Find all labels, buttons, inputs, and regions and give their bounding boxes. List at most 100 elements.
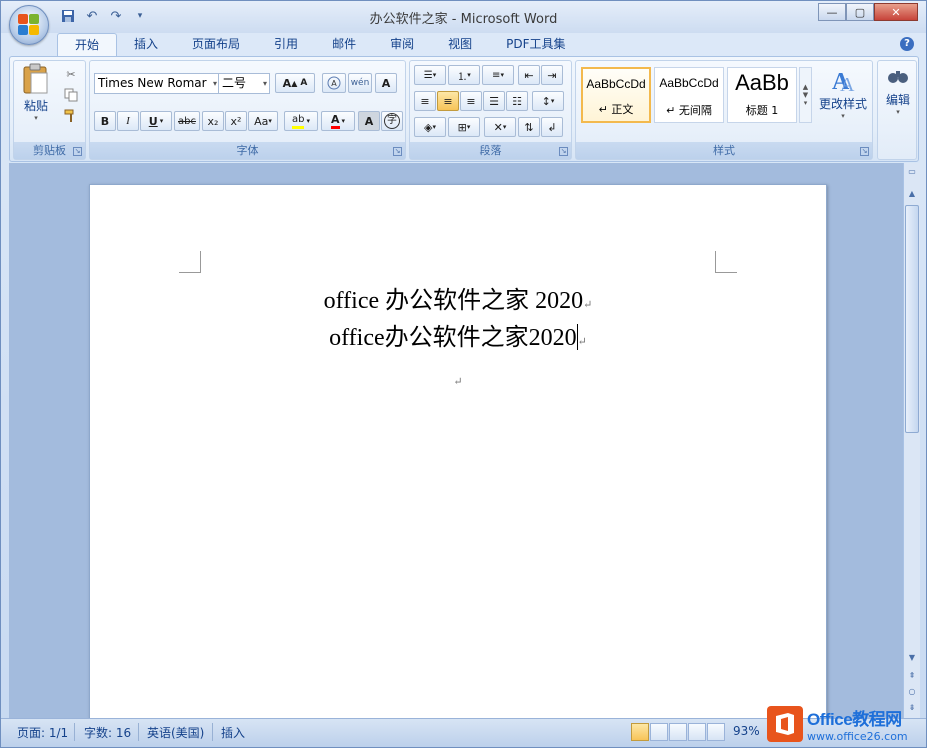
styles-group-label: 样式 — [576, 142, 872, 159]
font-size-combo[interactable]: 二号 ▾ — [218, 73, 270, 94]
style-normal-sample: AaBbCcDd — [586, 77, 646, 91]
status-language[interactable]: 英语(美国) — [147, 724, 204, 741]
char-border-button[interactable]: A — [375, 73, 397, 93]
binoculars-icon — [888, 71, 908, 83]
tab-review[interactable]: 审阅 — [373, 33, 431, 57]
increase-indent-icon[interactable]: ⇥ — [541, 65, 563, 85]
bold-button[interactable]: B — [94, 111, 116, 131]
style-no-spacing[interactable]: AaBbCcDd ↵ 无间隔 — [654, 67, 724, 123]
multilevel-list-button[interactable]: ≡ ▾ — [482, 65, 514, 85]
paragraph-mark: ↵ — [453, 376, 463, 388]
previous-page-icon[interactable]: ⇞ — [905, 669, 919, 683]
styles-scroll[interactable]: ▲ ▼ ▾ — [799, 67, 812, 123]
char-shading-button[interactable]: A — [358, 111, 380, 131]
tab-insert[interactable]: 插入 — [117, 33, 175, 57]
editing-button[interactable]: 编辑 ▾ — [880, 67, 916, 129]
scroll-up-icon[interactable]: ▲ — [905, 187, 919, 201]
chinese-layout-button[interactable]: ✕ ▾ — [484, 117, 516, 137]
status-word-count[interactable]: 字数: 16 — [84, 724, 131, 741]
line-spacing-button[interactable]: ↕ ▾ — [532, 91, 564, 111]
highlight-button[interactable]: ab ▾ — [284, 111, 318, 131]
status-insert-mode[interactable]: 插入 — [221, 724, 245, 741]
change-case-button[interactable]: Aa ▾ — [248, 111, 278, 131]
format-painter-icon[interactable] — [62, 107, 80, 125]
change-styles-button[interactable]: AA 更改样式 ▾ — [816, 65, 870, 131]
tab-home[interactable]: 开始 — [57, 33, 118, 57]
paste-label: 粘贴 — [23, 99, 48, 113]
font-color-button[interactable]: A ▾ — [321, 111, 355, 131]
window-controls: — ▢ ✕ — [818, 3, 918, 21]
maximize-button[interactable]: ▢ — [846, 3, 874, 21]
font-launcher-icon[interactable]: ↘ — [393, 147, 402, 156]
window-title: 办公软件之家 - Microsoft Word — [369, 12, 558, 27]
full-screen-reading-icon[interactable] — [650, 723, 668, 741]
shading-button[interactable]: ◈ ▾ — [414, 117, 446, 137]
document-line-3[interactable]: ↵ — [90, 365, 826, 392]
cut-icon[interactable]: ✂ — [62, 65, 80, 83]
draft-icon[interactable] — [707, 723, 725, 741]
distributed-icon[interactable]: ☷ — [506, 91, 528, 111]
minimize-button[interactable]: — — [818, 3, 846, 21]
web-layout-icon[interactable] — [669, 723, 687, 741]
font-color-icon: A — [330, 113, 340, 129]
site-watermark: Office教程网 www.office26.com — [767, 701, 927, 747]
subscript-button[interactable]: x₂ — [202, 111, 224, 131]
document-area: office 办公软件之家 2020↵ office办公软件之家2020↵ ↵ — [9, 163, 903, 718]
margin-corner-top-left — [179, 251, 201, 273]
scroll-thumb[interactable] — [905, 205, 919, 433]
style-heading-1[interactable]: AaBb 标题 1 — [727, 67, 797, 123]
zoom-level[interactable]: 93% — [733, 724, 760, 738]
sort-icon[interactable]: ⇅ — [518, 117, 540, 137]
change-styles-icon: AA — [832, 69, 855, 95]
grow-font-button[interactable]: A ▲ A — [275, 73, 315, 93]
paste-button[interactable]: 粘贴 ▾ — [18, 63, 54, 127]
copy-icon[interactable] — [62, 86, 80, 104]
clipboard-launcher-icon[interactable]: ↘ — [73, 147, 82, 156]
vertical-scrollbar[interactable]: ▭ ▲ ▼ ⇞ ○ ⇟ — [903, 163, 920, 718]
align-left-icon[interactable]: ≡ — [414, 91, 436, 111]
ruler-toggle-icon[interactable]: ▭ — [905, 165, 919, 179]
align-right-icon[interactable]: ≡ — [460, 91, 482, 111]
show-marks-icon[interactable]: ↲ — [541, 117, 563, 137]
strikethrough-button[interactable]: abc — [174, 111, 200, 131]
help-icon[interactable]: ? — [900, 37, 914, 51]
underline-button[interactable]: U ▾ — [140, 111, 172, 131]
numbering-button[interactable]: ⒈ ▾ — [448, 65, 480, 85]
justify-icon[interactable]: ☰ — [483, 91, 505, 111]
superscript-button[interactable]: x² — [225, 111, 247, 131]
pinyin-guide-button[interactable]: wén — [348, 73, 372, 93]
editing-group: 编辑 ▾ — [877, 60, 917, 160]
print-layout-icon[interactable] — [631, 723, 649, 741]
scroll-down-icon[interactable]: ▼ — [905, 651, 919, 665]
document-page[interactable]: office 办公软件之家 2020↵ office办公软件之家2020↵ ↵ — [89, 184, 827, 718]
document-line-2-text: office办公软件之家2020 — [329, 325, 577, 351]
outline-icon[interactable] — [688, 723, 706, 741]
document-line-1[interactable]: office 办公软件之家 2020↵ — [90, 280, 826, 315]
bullets-button[interactable]: ☰ ▾ — [414, 65, 446, 85]
tab-references[interactable]: 引用 — [257, 33, 315, 57]
align-center-icon[interactable]: ≡ — [437, 91, 459, 111]
font-name-combo[interactable]: Times New Romar ▾ — [94, 73, 220, 94]
borders-button[interactable]: ⊞ ▾ — [448, 117, 480, 137]
tab-page-layout[interactable]: 页面布局 — [175, 33, 257, 57]
phonetic-guide-button[interactable]: A — [322, 73, 346, 93]
styles-group: AaBbCcDd ↵ 正文 AaBbCcDd ↵ 无间隔 AaBb 标题 1 ▲… — [575, 60, 873, 160]
decrease-indent-icon[interactable]: ⇤ — [518, 65, 540, 85]
close-button[interactable]: ✕ — [874, 3, 918, 21]
status-divider — [74, 723, 75, 741]
italic-button[interactable]: I — [117, 111, 139, 131]
tab-view[interactable]: 视图 — [431, 33, 489, 57]
tab-mailings[interactable]: 邮件 — [315, 33, 373, 57]
shrink-font-icon: A — [300, 78, 308, 88]
tab-pdf-tools[interactable]: PDF工具集 — [489, 33, 582, 57]
document-line-2[interactable]: office办公软件之家2020↵ — [90, 317, 826, 352]
chevron-down-icon: ▾ — [212, 79, 217, 88]
style-normal[interactable]: AaBbCcDd ↵ 正文 — [581, 67, 651, 123]
paragraph-launcher-icon[interactable]: ↘ — [559, 147, 568, 156]
office-button[interactable] — [9, 5, 49, 45]
enclose-char-button[interactable]: 字 — [381, 111, 403, 131]
status-page[interactable]: 页面: 1/1 — [17, 724, 68, 741]
enclose-char-icon: 字 — [384, 113, 400, 129]
browse-object-icon[interactable]: ○ — [905, 685, 919, 699]
styles-launcher-icon[interactable]: ↘ — [860, 147, 869, 156]
